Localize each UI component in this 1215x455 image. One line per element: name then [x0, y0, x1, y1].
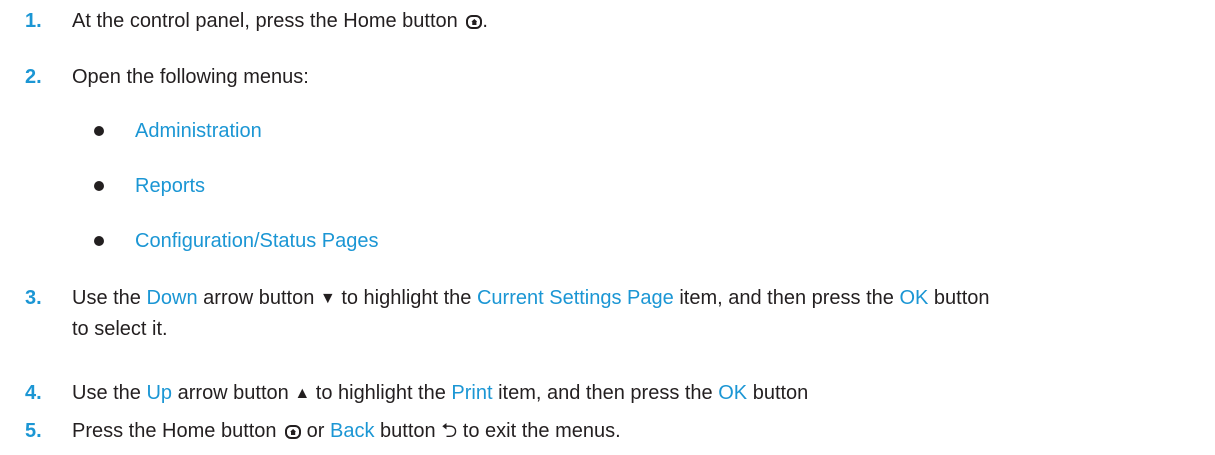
ok-label: OK [899, 287, 929, 309]
back-label: Back [330, 420, 375, 442]
menu-label: Configuration/Status Pages [135, 230, 379, 252]
home-icon [285, 425, 302, 439]
bullet [94, 236, 104, 246]
menu-label: Administration [135, 120, 262, 142]
menu-label: Reports [135, 175, 206, 197]
up-label: Up [146, 382, 173, 404]
current-settings-page-label: Current Settings Page [476, 287, 674, 309]
up-arrow-icon: ▲ [294, 385, 311, 402]
step-number: 2. [25, 66, 42, 88]
step-text: Press the Home button or Back button ⮌ t… [72, 416, 1192, 446]
step-text: Use the Down arrow button ▼ to highlight… [72, 283, 1192, 344]
bullet [94, 181, 104, 191]
step-number: 3. [25, 287, 42, 309]
print-label: Print [451, 382, 493, 404]
step-text: Use the Up arrow button ▲ to highlight t… [72, 378, 1192, 409]
step-number: 5. [25, 420, 42, 442]
back-arrow-icon: ⮌ [441, 420, 458, 442]
step-text: Open the following menus: [72, 66, 309, 88]
down-label: Down [146, 287, 198, 309]
bullet [94, 126, 104, 136]
step-text: At the control panel, press the Home but… [72, 10, 488, 32]
step-number: 4. [25, 382, 42, 404]
ok-label: OK [718, 382, 748, 404]
home-icon [466, 15, 483, 29]
down-arrow-icon: ▼ [319, 290, 336, 307]
step-number: 1. [25, 10, 42, 32]
